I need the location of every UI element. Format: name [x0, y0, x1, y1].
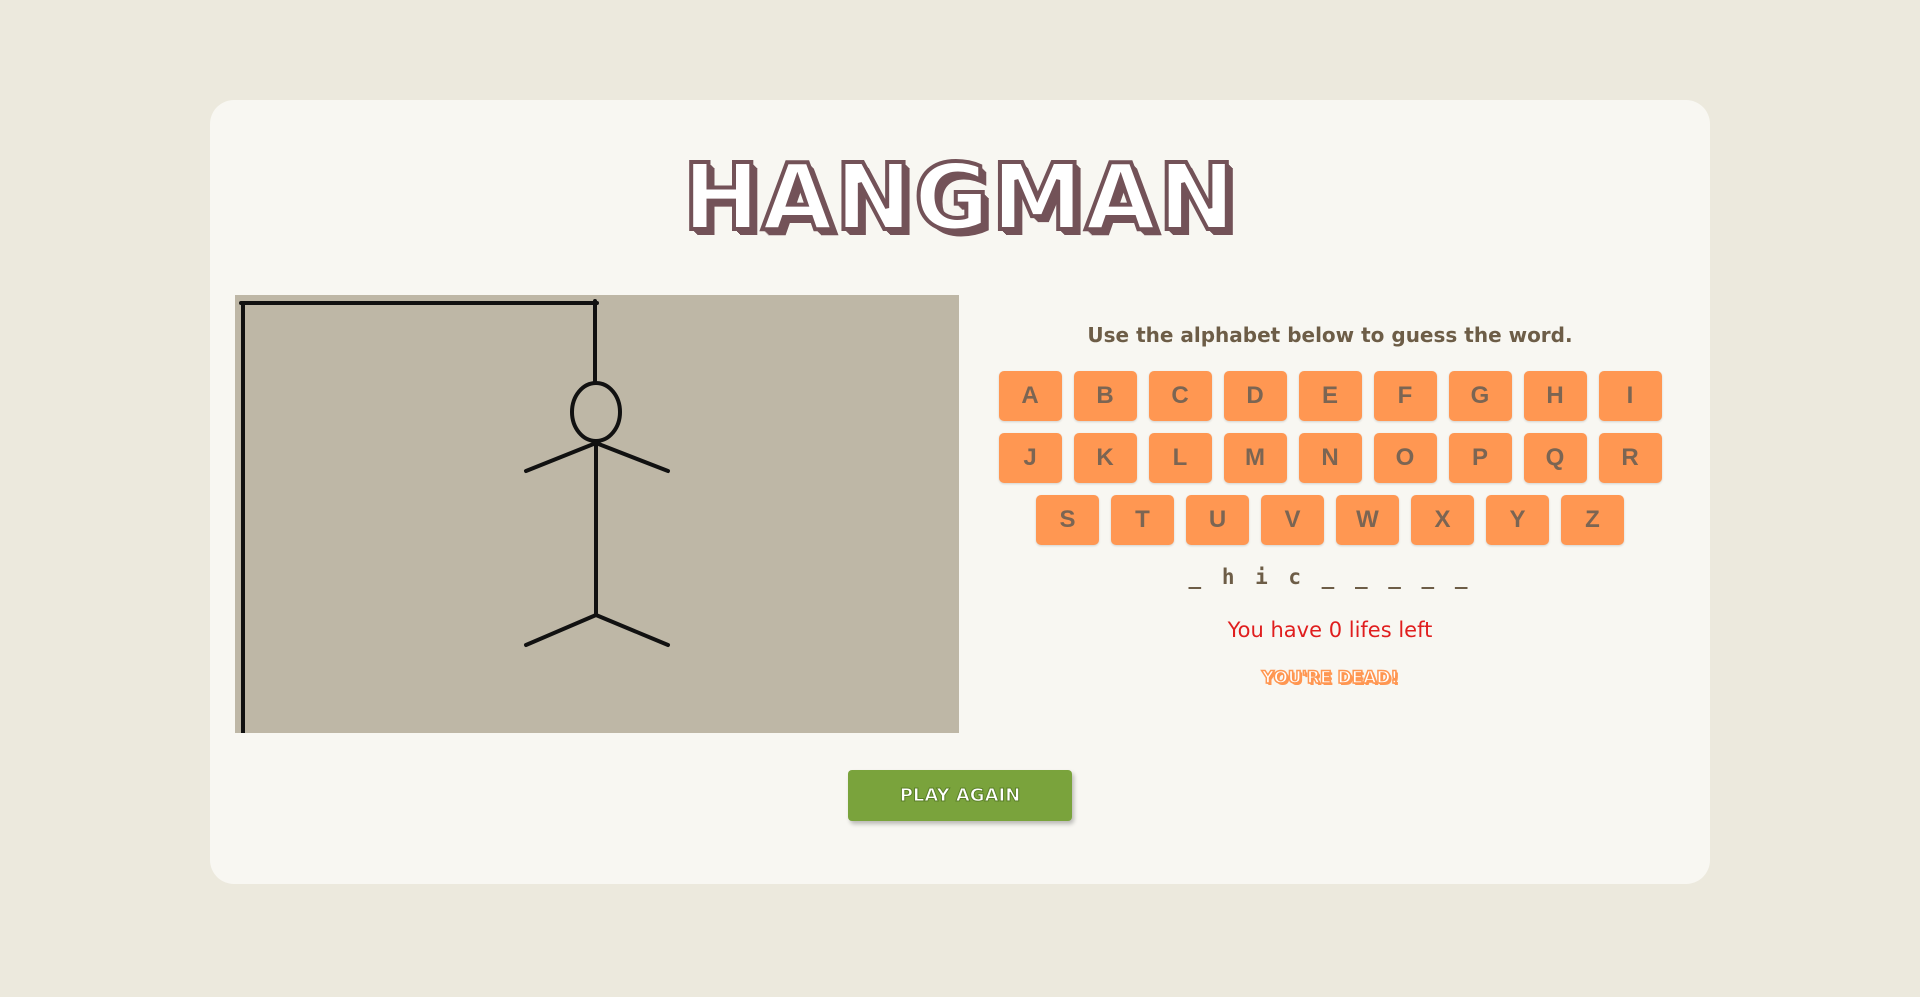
letter-button-a[interactable]: A — [998, 371, 1062, 421]
letter-button-j[interactable]: J — [998, 433, 1062, 483]
letter-button-m[interactable]: M — [1223, 433, 1287, 483]
hangman-gallows-icon — [239, 299, 670, 733]
letter-button-h[interactable]: H — [1523, 371, 1587, 421]
letter-button-f[interactable]: F — [1373, 371, 1437, 421]
letter-button-r[interactable]: R — [1598, 433, 1662, 483]
letter-button-d[interactable]: D — [1223, 371, 1287, 421]
letter-button-v[interactable]: V — [1261, 495, 1324, 545]
alphabet-keyboard: A B C D E F G H I J K L M N O P Q R S T … — [990, 371, 1670, 557]
letter-button-b[interactable]: B — [1073, 371, 1137, 421]
word-display: _ h i c _ _ _ _ _ — [1188, 565, 1472, 589]
hangman-right-arm — [594, 441, 670, 473]
hangman-drawing — [235, 295, 959, 733]
game-status: YOU'RE DEAD! — [1261, 667, 1399, 689]
letter-button-l[interactable]: L — [1148, 433, 1212, 483]
letter-button-y[interactable]: Y — [1486, 495, 1549, 545]
letter-button-o[interactable]: O — [1373, 433, 1437, 483]
hangman-head — [570, 381, 622, 443]
letter-button-p[interactable]: P — [1448, 433, 1512, 483]
instructions-text: Use the alphabet below to guess the word… — [1087, 323, 1573, 347]
hangman-left-arm — [524, 441, 598, 473]
hangman-right-leg — [594, 613, 670, 647]
letter-button-k[interactable]: K — [1073, 433, 1137, 483]
letter-button-w[interactable]: W — [1336, 495, 1399, 545]
letter-button-e[interactable]: E — [1298, 371, 1362, 421]
hangman-left-leg — [524, 613, 598, 647]
letter-button-t[interactable]: T — [1111, 495, 1174, 545]
keyboard-row-1: A B C D E F G H I — [990, 371, 1670, 421]
letter-button-g[interactable]: G — [1448, 371, 1512, 421]
play-again-button[interactable]: PLAY AGAIN — [848, 770, 1072, 821]
letter-button-x[interactable]: X — [1411, 495, 1474, 545]
keyboard-row-2: J K L M N O P Q R — [990, 433, 1670, 483]
letter-button-z[interactable]: Z — [1561, 495, 1624, 545]
keyboard-row-3: S T U V W X Y Z — [990, 495, 1670, 545]
letter-button-s[interactable]: S — [1036, 495, 1099, 545]
game-card: HANGMAN Use the alphabet below to guess … — [210, 100, 1710, 884]
letter-button-q[interactable]: Q — [1523, 433, 1587, 483]
letter-button-i[interactable]: I — [1598, 371, 1662, 421]
game-title: HANGMAN — [681, 144, 1238, 251]
letter-button-u[interactable]: U — [1186, 495, 1249, 545]
letter-button-n[interactable]: N — [1298, 433, 1362, 483]
lives-counter: You have 0 lifes left — [1227, 618, 1433, 642]
letter-button-c[interactable]: C — [1148, 371, 1212, 421]
